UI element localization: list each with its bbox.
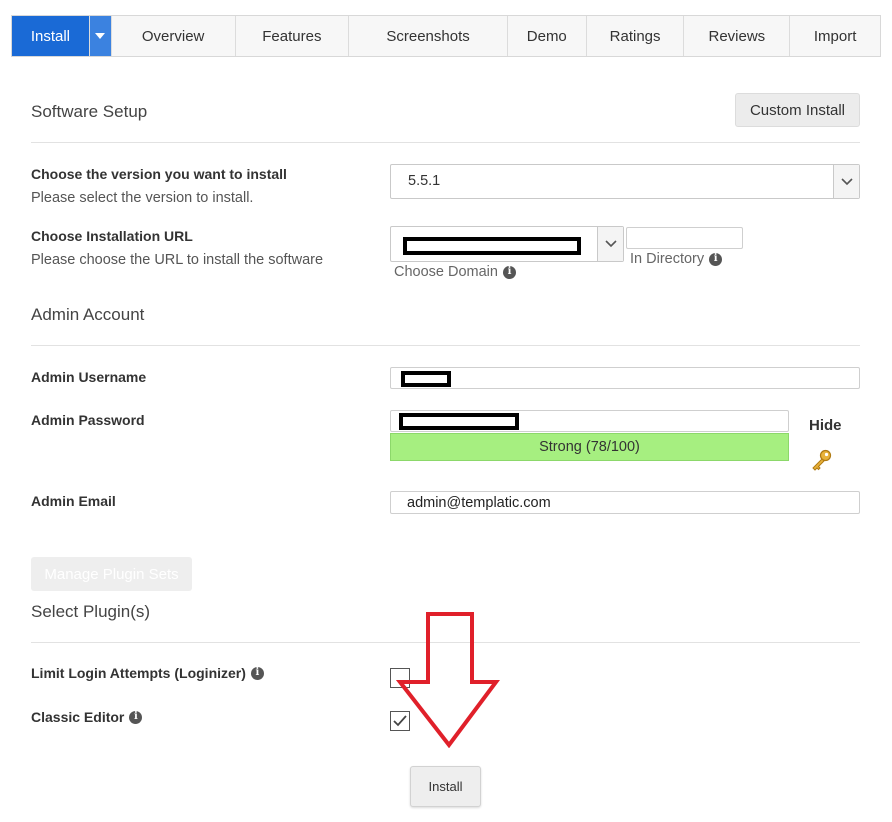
tab-demo-label: Demo: [526, 27, 567, 45]
version-value: 5.5.1: [408, 173, 441, 189]
chevron-down-icon: [833, 165, 859, 198]
plugin-label: Classic Editor: [31, 709, 125, 725]
tab-reviews[interactable]: Reviews: [684, 16, 791, 56]
info-icon[interactable]: i: [709, 252, 723, 266]
tab-ratings-label: Ratings: [609, 27, 661, 45]
tab-overview[interactable]: Overview: [111, 16, 236, 56]
key-icon[interactable]: [810, 448, 834, 477]
plugin-row-loginizer: Limit Login Attempts (Loginizer) i: [31, 665, 264, 681]
select-plugins-title: Select Plugin(s): [31, 602, 151, 621]
url-label: Choose Installation URL: [31, 228, 193, 244]
hide-password-link[interactable]: Hide: [809, 417, 842, 434]
plugin-label: Limit Login Attempts (Loginizer): [31, 665, 246, 681]
divider: [31, 142, 860, 143]
install-dropdown-toggle[interactable]: [89, 16, 112, 56]
caret-down-icon: [95, 33, 106, 39]
version-label: Choose the version you want to install: [31, 166, 287, 182]
tab-demo[interactable]: Demo: [507, 16, 587, 56]
custom-install-button[interactable]: Custom Install: [735, 93, 860, 127]
redacted-username: [401, 371, 451, 387]
redacted-password: [399, 413, 519, 430]
tab-screenshots[interactable]: Screenshots: [349, 16, 508, 56]
tab-import[interactable]: Import: [790, 16, 881, 56]
tab-overview-label: Overview: [141, 27, 205, 45]
plugin-row-classic-editor: Classic Editor i: [31, 709, 143, 725]
admin-email-value: admin@templatic.com: [407, 495, 551, 511]
manage-plugin-sets-button[interactable]: Manage Plugin Sets: [31, 557, 192, 591]
install-button[interactable]: Install: [410, 766, 481, 807]
chevron-down-icon: [597, 227, 623, 261]
in-directory-label: In Directory: [630, 251, 705, 267]
version-select[interactable]: 5.5.1: [390, 164, 860, 199]
tab-reviews-label: Reviews: [708, 27, 766, 45]
info-icon[interactable]: i: [250, 666, 264, 680]
tab-install-label: Install: [30, 27, 70, 45]
admin-username-input[interactable]: [390, 367, 860, 389]
choose-domain-help: Choose Domain i: [394, 264, 516, 280]
tab-bar: Install Overview Features Screenshots De…: [11, 15, 881, 57]
choose-domain-label: Choose Domain: [394, 264, 498, 280]
admin-password-label: Admin Password: [31, 412, 145, 428]
admin-username-label: Admin Username: [31, 369, 147, 385]
admin-email-input[interactable]: admin@templatic.com: [390, 491, 860, 514]
password-strength-bar: Strong (78/100): [390, 433, 789, 461]
red-down-arrow-icon: [395, 612, 500, 753]
tab-install[interactable]: Install: [12, 16, 90, 56]
directory-input[interactable]: [626, 227, 743, 249]
software-setup-title: Software Setup: [31, 102, 148, 121]
tab-ratings[interactable]: Ratings: [586, 16, 685, 56]
admin-password-input[interactable]: [390, 410, 789, 432]
tab-screenshots-label: Screenshots: [386, 27, 470, 45]
divider: [31, 345, 860, 346]
info-icon[interactable]: i: [129, 710, 143, 724]
info-icon[interactable]: i: [502, 265, 516, 279]
tab-features-label: Features: [262, 27, 322, 45]
url-help: Please choose the URL to install the sof…: [31, 252, 324, 268]
tab-features[interactable]: Features: [235, 16, 350, 56]
admin-account-title: Admin Account: [31, 305, 145, 324]
admin-email-label: Admin Email: [31, 493, 116, 509]
version-help: Please select the version to install.: [31, 190, 254, 206]
tab-import-label: Import: [813, 27, 857, 45]
redacted-domain: [403, 237, 581, 255]
domain-select[interactable]: [390, 226, 624, 262]
in-directory-help: In Directory i: [630, 251, 723, 267]
